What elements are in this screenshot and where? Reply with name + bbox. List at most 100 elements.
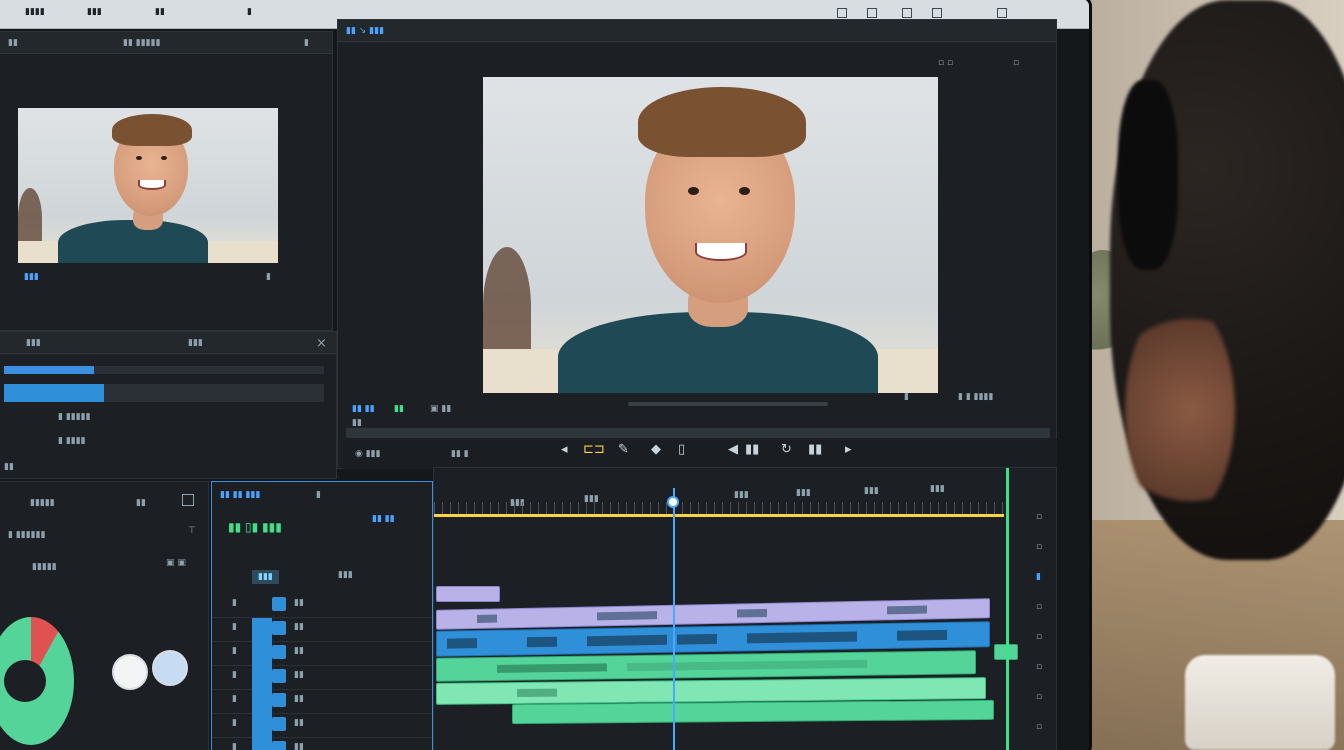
work-area-bar[interactable]	[434, 514, 1004, 517]
loop-icon[interactable]: ⊏⊐	[583, 442, 605, 457]
track-eye-icon[interactable]: ▮	[232, 598, 237, 608]
panel-tab[interactable]: ▮▮▮	[26, 338, 41, 348]
track-eye-icon[interactable]: ▮	[232, 718, 237, 728]
track-toggle-icon[interactable]	[272, 741, 286, 750]
monitor-tool-icon[interactable]: ▮ ▮ ▮▮▮▮	[958, 392, 993, 402]
monitor-tool-icon[interactable]: ▮▮ ▮▮	[352, 404, 375, 414]
window-icon[interactable]	[932, 8, 942, 18]
timecode-bar[interactable]	[346, 428, 1050, 438]
track-label: ▮▮	[294, 670, 304, 680]
play-icon[interactable]: ◀	[728, 442, 738, 457]
window-icon[interactable]	[902, 8, 912, 18]
track-target-bar[interactable]	[252, 618, 272, 750]
track-row[interactable]: ▮▮ ▮	[212, 736, 432, 750]
step-back-icon[interactable]: ◂	[561, 442, 568, 457]
expand-icon[interactable]	[182, 494, 194, 506]
timeline-clip[interactable]	[512, 699, 994, 725]
track-toggle-icon[interactable]	[272, 717, 286, 731]
monitor-tool-icon[interactable]: ▮▮	[394, 404, 404, 414]
track-toggle-icon[interactable]	[272, 693, 286, 707]
step-forward-icon[interactable]: ▸	[845, 442, 852, 457]
panel-tab[interactable]: ▮▮	[136, 498, 146, 508]
program-tab[interactable]: ▮▮ ↘ ▮▮▮	[346, 26, 384, 36]
tool-icon[interactable]: ▫	[1036, 692, 1042, 702]
tool-icon[interactable]: ▮	[1036, 572, 1041, 582]
in-point-icon[interactable]: ◆	[651, 442, 661, 457]
adjust-knob[interactable]	[112, 654, 148, 690]
in-point-icon[interactable]: ▮▮	[745, 442, 759, 457]
sequence-tab[interactable]: ▮▮ ▮▮ ▮▮▮	[220, 490, 260, 500]
sequence-icon[interactable]: ▮	[316, 490, 321, 500]
step-back-icon[interactable]: ▮▮ ▮	[451, 449, 469, 459]
track-toggle-icon[interactable]	[272, 669, 286, 683]
track-toggle-icon[interactable]	[272, 597, 286, 611]
panel-tab[interactable]: ▮▮ ▮▮▮▮▮	[123, 38, 161, 48]
tool-icon[interactable]: ▫	[1036, 542, 1042, 552]
out-point-icon[interactable]: ▮▮	[808, 442, 822, 457]
track-eye-icon[interactable]: ▮	[232, 646, 237, 656]
track-toggle-icon[interactable]	[272, 621, 286, 635]
tool-icon[interactable]: ▫	[1036, 602, 1042, 612]
close-icon[interactable]: ×	[316, 336, 327, 351]
view-icon[interactable]: ▫ ▫	[938, 58, 953, 68]
mouth	[695, 243, 747, 261]
panel-tab[interactable]: ▮▮▮▮▮	[30, 498, 55, 508]
tool-icon[interactable]: ▫	[1036, 722, 1042, 732]
out-point-icon[interactable]: ▯	[678, 442, 685, 457]
film-icon[interactable]: ▮▮▮	[24, 272, 39, 282]
marker-icon[interactable]: ✎	[618, 442, 629, 457]
menu-item[interactable]: ▮	[247, 7, 252, 17]
track-row[interactable]: ▮▮ ▮	[212, 712, 432, 738]
track-eye-icon[interactable]: ▮	[232, 670, 237, 680]
panel-menu-icon[interactable]: ▮	[304, 38, 309, 48]
timecode-display[interactable]: ▮▮ ▯▮ ▮▮▮	[228, 520, 282, 534]
effect-slider[interactable]	[4, 384, 324, 402]
step-forward-icon[interactable]: ↻	[781, 442, 792, 457]
eye	[739, 187, 750, 195]
settings-icon[interactable]: ▮	[266, 272, 271, 282]
monitor-tool-icon[interactable]: ▣ ▮▮	[430, 404, 451, 414]
window-icon[interactable]	[837, 8, 847, 18]
track-tab[interactable]: ▮▮▮	[338, 570, 353, 580]
headphone	[1118, 80, 1178, 270]
track-toggle-icon[interactable]	[272, 645, 286, 659]
panel-tab[interactable]: ▮▮	[8, 38, 18, 48]
track-eye-icon[interactable]: ▮	[232, 622, 237, 632]
view-icon[interactable]: ▫	[1013, 58, 1019, 68]
control-icon[interactable]: ▣ ▣	[166, 558, 186, 568]
monitor-scrubber[interactable]	[628, 402, 828, 406]
track-label: ▮▮	[294, 598, 304, 608]
playhead[interactable]	[673, 488, 676, 750]
panel-tab[interactable]: ▮▮▮	[188, 338, 203, 348]
timeline-clip[interactable]	[436, 586, 500, 602]
track-row[interactable]: ▮▮ ▮	[212, 640, 432, 666]
list-item[interactable]: ▮ ▮▮▮▮▮	[58, 412, 91, 422]
menu-item[interactable]: ▮▮▮	[87, 7, 102, 17]
tool-icon[interactable]: ▫	[1036, 632, 1042, 642]
track-eye-icon[interactable]: ▮	[232, 742, 237, 750]
effect-slider-fill	[4, 384, 104, 402]
tool-icon[interactable]: ▫	[1036, 512, 1042, 522]
window-icon[interactable]	[997, 8, 1007, 18]
track-eye-icon[interactable]: ▮	[232, 694, 237, 704]
adjust-knob[interactable]	[152, 650, 188, 686]
track-row[interactable]: ▮▮ ▮	[212, 664, 432, 690]
tool-icon[interactable]: ▫	[1036, 662, 1042, 672]
track-row[interactable]: ▮▮ ▮	[212, 592, 432, 618]
list-item[interactable]: ▮▮	[4, 462, 14, 472]
out-point-marker[interactable]	[1006, 468, 1009, 750]
monitor-tool-icon[interactable]: ▮	[904, 392, 909, 402]
track-row[interactable]: ▮▮ ▮	[212, 688, 432, 714]
menu-item[interactable]: ▮▮	[155, 7, 165, 17]
mouth	[138, 180, 166, 190]
play-icon[interactable]: ◉ ▮▮▮	[355, 449, 381, 459]
control-icon[interactable]: ⊤	[188, 526, 196, 536]
panel-header: ▮▮ ↘ ▮▮▮ ▫ ▫ ▫	[338, 20, 1056, 68]
progress-fill	[4, 366, 94, 374]
track-tab[interactable]: ▮▮▮	[252, 570, 279, 584]
timeline-tool-icon[interactable]: ▮▮ ▮▮	[372, 514, 395, 524]
window-icon[interactable]	[867, 8, 877, 18]
menu-item[interactable]: ▮▮▮▮	[25, 7, 45, 17]
track-row[interactable]: ▮▮ ▮	[212, 616, 432, 642]
list-item[interactable]: ▮ ▮▮▮▮	[58, 436, 86, 446]
